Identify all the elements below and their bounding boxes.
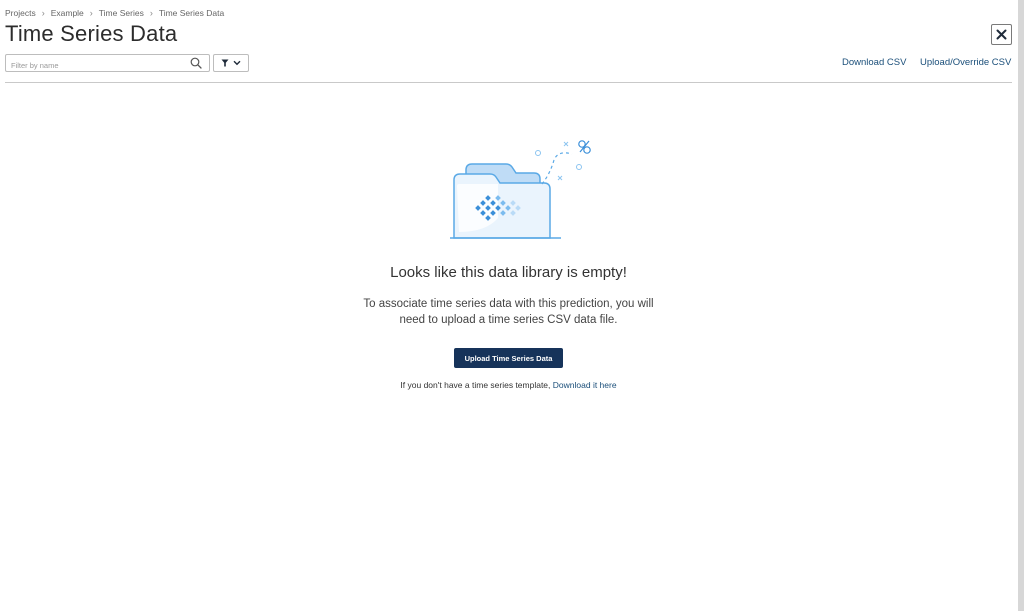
- scrollbar-track[interactable]: [1018, 0, 1024, 611]
- filter-field: [5, 54, 210, 74]
- filter-dropdown-button[interactable]: [213, 54, 249, 72]
- close-icon: [996, 29, 1007, 40]
- breadcrumb-time-series[interactable]: Time Series: [99, 8, 144, 18]
- upload-override-csv-link[interactable]: Upload/Override CSV: [920, 57, 1011, 68]
- template-hint: If you don't have a time series template…: [0, 380, 1017, 390]
- empty-state-heading: Looks like this data library is empty!: [390, 264, 627, 281]
- empty-state-description-line: need to upload a time series CSV data fi…: [399, 314, 618, 326]
- chevron-right-icon: ›: [149, 8, 153, 18]
- filter-icon: [221, 59, 229, 67]
- page-title: Time Series Data: [5, 21, 178, 46]
- empty-folder-illustration: [450, 140, 591, 239]
- download-csv-link[interactable]: Download CSV: [842, 57, 906, 68]
- chevron-right-icon: ›: [89, 8, 93, 18]
- upload-time-series-data-button[interactable]: Upload Time Series Data: [454, 348, 563, 368]
- breadcrumb-example[interactable]: Example: [51, 8, 84, 18]
- template-hint-text: If you don't have a time series template…: [400, 380, 551, 390]
- close-button[interactable]: [991, 24, 1012, 45]
- chevron-down-icon: [233, 60, 241, 66]
- header-divider: [5, 82, 1012, 83]
- empty-state-description: To associate time series data with this …: [0, 296, 1017, 328]
- chevron-right-icon: ›: [41, 8, 45, 18]
- empty-state-description-line: To associate time series data with this …: [363, 298, 654, 310]
- filter-input[interactable]: [6, 57, 186, 74]
- search-icon[interactable]: [190, 57, 202, 69]
- breadcrumb-projects[interactable]: Projects: [5, 8, 36, 18]
- breadcrumb: Projects › Example › Time Series › Time …: [5, 8, 224, 18]
- download-template-link[interactable]: Download it here: [553, 380, 617, 390]
- breadcrumb-current: Time Series Data: [158, 8, 225, 18]
